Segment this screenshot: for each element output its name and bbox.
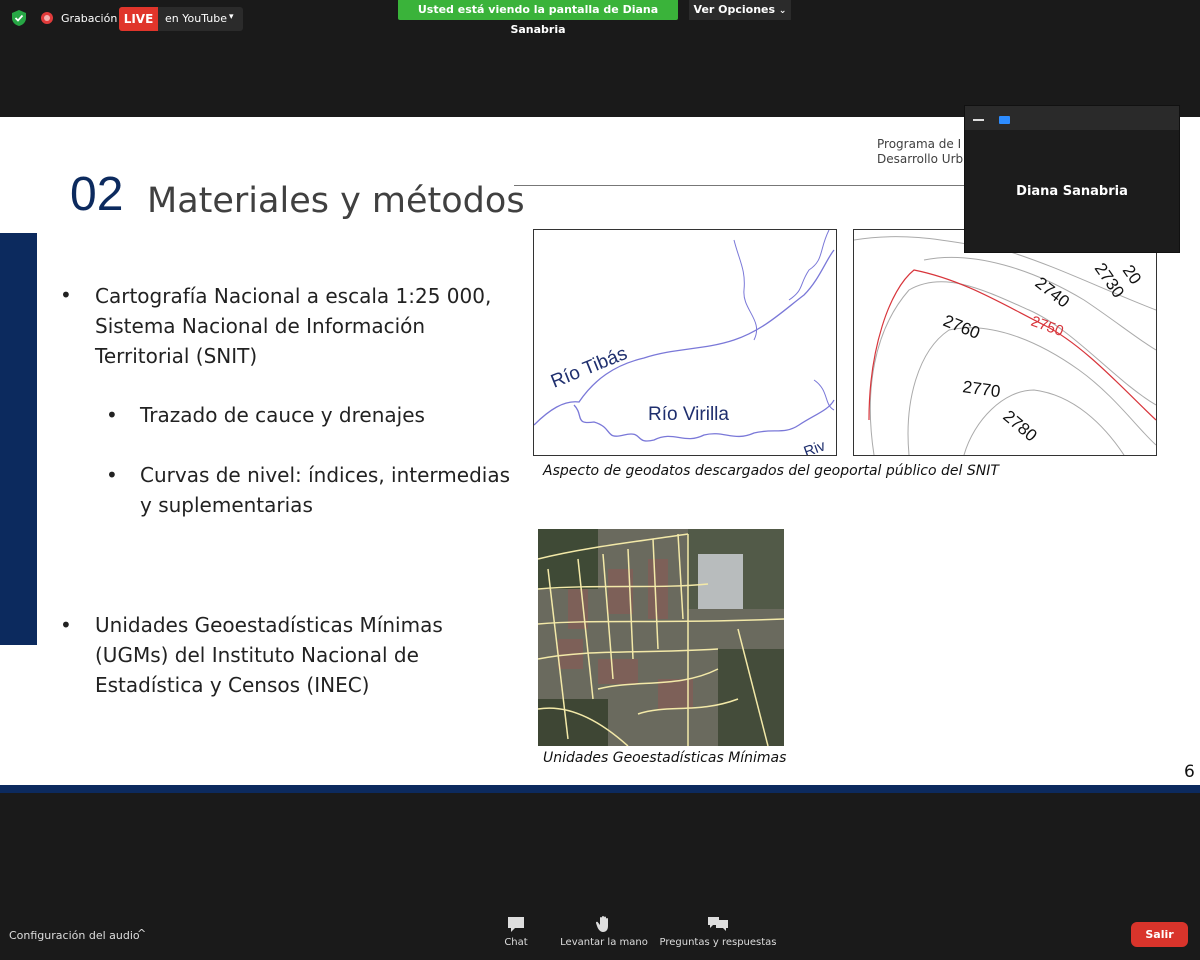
bullet-3-line-2: y suplementarias [140,493,313,517]
bullet-item-2: Trazado de cauce y drenajes [140,400,425,430]
qa-button[interactable]: Preguntas y respuestas [659,915,777,948]
participant-name: Diana Sanabria [1016,184,1128,199]
contour-label-7: 2780 [999,407,1040,446]
river-map-image: Río Tibás Río Virilla Riv [533,229,837,456]
program-line-2: Desarrollo Urb [877,152,964,166]
chat-button[interactable]: Chat [496,915,536,948]
contour-map-image: 20 2730 2740 2750 2760 2770 2780 [853,229,1157,456]
bullet-1-line-2: Sistema Nacional de Información [95,314,426,338]
river-label-2: Río Virilla [648,404,729,425]
bullet-icon: • [106,463,118,487]
program-header: Programa de I Desarrollo Urb [877,137,963,167]
qa-label: Preguntas y respuestas [659,937,777,948]
contour-label-5: 2760 [941,311,983,343]
live-badge: LIVE [119,7,158,31]
bullet-item-3: Curvas de nivel: índices, intermedias y … [140,460,510,520]
view-options-button[interactable]: Ver Opciones ⌄ [689,0,791,20]
bullet-item-1: Cartografía Nacional a escala 1:25 000, … [95,281,491,371]
caption-geodata: Aspecto de geodatos descargados del geop… [543,463,999,479]
bullet-4-line-2: (UGMs) del Instituto Nacional de [95,643,419,667]
bullet-icon: • [60,613,72,637]
chat-icon [508,917,524,932]
live-destination: en YouTube [165,12,227,25]
recording-label[interactable]: Grabación [61,12,117,25]
contour-label-3: 2740 [1032,273,1074,311]
slide-accent-bar [0,233,37,645]
bullet-item-4: Unidades Geoestadísticas Mínimas (UGMs) … [95,610,443,700]
slide-title-number: 02 [70,168,124,221]
program-line-1: Programa de I [877,137,962,151]
ugm-map-drawing [538,529,784,746]
slide-page-number: 6 [1184,762,1195,782]
qa-icon [708,917,728,931]
chat-label: Chat [504,937,528,948]
title-divider [514,185,974,186]
bullet-4-line-3: Estadística y Censos (INEC) [95,673,370,697]
contour-label-2: 2730 [1091,259,1128,301]
bullet-3-line-1: Curvas de nivel: índices, intermedias [140,463,510,487]
minimize-icon[interactable] [973,119,984,121]
caption-ugm: Unidades Geoestadísticas Mínimas [543,750,787,766]
contour-label-6: 2770 [961,377,1001,401]
speaker-video-window[interactable]: Diana Sanabria [964,105,1180,253]
security-shield-icon[interactable] [10,9,28,27]
audio-settings-button[interactable]: Configuración del audio [9,929,140,942]
raise-hand-label: Levantar la mano [560,937,648,948]
leave-button[interactable]: Salir [1131,922,1188,947]
ugm-satellite-map-image [538,529,784,746]
river-map-drawing: Río Tibás Río Virilla Riv [534,230,835,455]
bullet-1-line-1: Cartografía Nacional a escala 1:25 000, [95,284,492,308]
bullet-2-line-1: Trazado de cauce y drenajes [140,403,425,427]
video-window-titlebar[interactable] [965,106,1179,130]
caret-up-icon[interactable]: ^ [137,927,146,940]
recording-icon [41,12,53,24]
live-stream-button[interactable]: LIVE en YouTube ▾ [119,7,243,31]
river-label-3: Riv [802,437,829,455]
chevron-down-icon: ⌄ [778,6,787,16]
view-options-label: Ver Opciones [693,3,776,16]
raise-hand-button[interactable]: Levantar la mano [557,915,651,948]
bullet-icon: • [106,403,118,427]
slide-footer-bar [0,785,1200,793]
caret-down-icon: ▾ [229,12,234,22]
slide-title: Materiales y métodos [147,181,525,221]
hand-icon [595,916,608,932]
contour-label-4: 2750 [1029,313,1066,340]
bullet-4-line-1: Unidades Geoestadísticas Mínimas [95,613,443,637]
bullet-1-line-3: Territorial (SNIT) [95,344,258,368]
view-toggle-icon[interactable] [999,116,1010,124]
contour-map-drawing: 20 2730 2740 2750 2760 2770 2780 [854,236,1156,455]
bullet-icon: • [60,283,72,307]
screen-share-banner: Usted está viendo la pantalla de Diana S… [398,0,678,36]
